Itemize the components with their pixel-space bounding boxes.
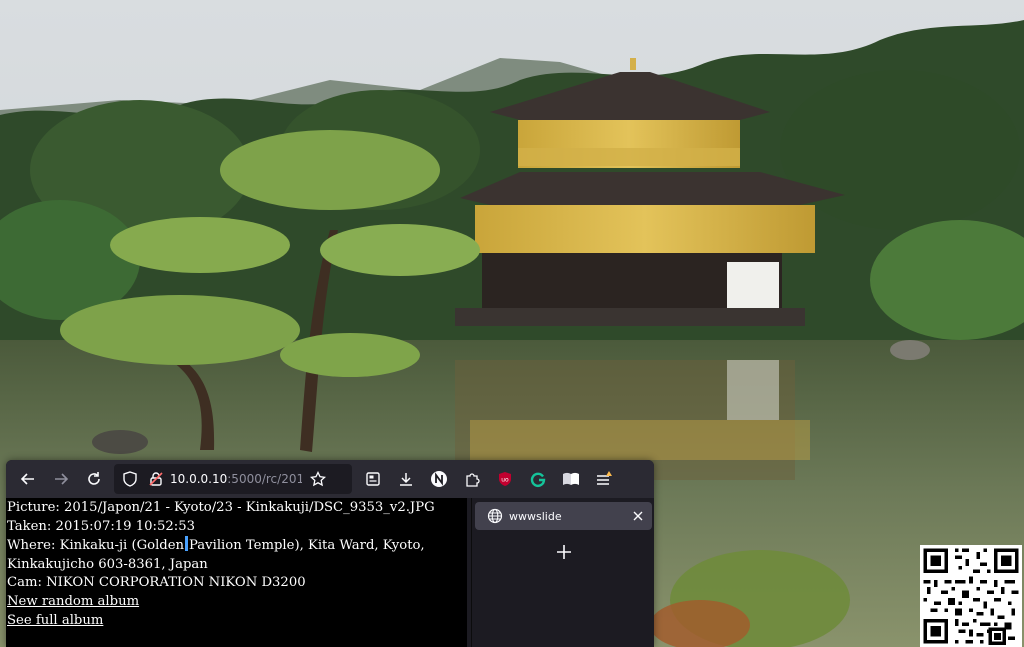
close-icon[interactable] — [630, 508, 646, 524]
forward-button[interactable] — [47, 465, 75, 493]
reload-button[interactable] — [80, 465, 108, 493]
forward-arrow-icon — [55, 473, 69, 485]
toolbar-icons: uo — [360, 466, 624, 492]
new-random-album-link[interactable]: New random album — [7, 594, 139, 609]
svg-text:uo: uo — [501, 477, 509, 484]
where-line-2: Kinkakujicho 603-8361, Japan — [7, 556, 208, 572]
bookmark-star-icon[interactable] — [310, 471, 326, 487]
reader-view-icon — [366, 472, 380, 486]
book-icon — [563, 472, 579, 485]
where-line: Where: Kinkaku-ji (Golden Pavilion Temple… — [7, 536, 467, 556]
url-host: 10.0.0.10 — [170, 472, 228, 486]
back-arrow-icon — [20, 473, 34, 485]
tracking-shield-icon[interactable] — [122, 471, 138, 487]
page-content: Picture: 2015/Japon/21 - Kyoto/23 - Kink… — [6, 498, 467, 647]
url-bar[interactable]: 10.0.0.10:5000/rc/2015%2Fj — [114, 464, 352, 494]
extensions-button[interactable] — [459, 466, 485, 492]
download-icon — [400, 473, 412, 486]
new-tab-plus-icon[interactable] — [552, 540, 576, 564]
extensions-puzzle-icon — [466, 473, 480, 487]
app-menu-button[interactable] — [591, 466, 617, 492]
navigation-toolbar: 10.0.0.10:5000/rc/2015%2Fj uo — [6, 460, 654, 498]
n-extension-button[interactable] — [426, 466, 452, 492]
where-text-a: Where: Kinkaku-ji (Golden — [7, 538, 185, 554]
where-text-b: Pavilion Temple), Kita Ward, Kyoto, — [189, 538, 425, 554]
tab-label: wwwslide — [509, 509, 562, 523]
picture-path: Picture: 2015/Japon/21 - Kyoto/23 - Kink… — [7, 500, 435, 515]
url-path: :5000/rc/2015%2Fj — [227, 472, 302, 486]
camera-model: Cam: NIKON CORPORATION NIKON D3200 — [7, 575, 306, 591]
grammarly-button[interactable] — [525, 466, 551, 492]
book-button[interactable] — [558, 466, 584, 492]
insecure-lock-icon[interactable] — [148, 471, 164, 487]
globe-icon — [487, 508, 503, 524]
tab-wwwslide[interactable]: wwwslide — [475, 502, 652, 530]
downloads-button[interactable] — [393, 466, 419, 492]
reader-view-button[interactable] — [360, 466, 386, 492]
text-caret — [185, 536, 189, 552]
ublock-button[interactable]: uo — [492, 466, 518, 492]
ublock-origin-icon: uo — [499, 472, 511, 486]
qr-code — [920, 545, 1022, 647]
grammarly-icon — [530, 472, 546, 487]
reload-icon — [88, 472, 100, 485]
n-extension-icon — [431, 471, 447, 487]
tabs-sidebar: wwwslide — [471, 498, 654, 647]
back-button[interactable] — [14, 465, 42, 493]
see-full-album-link[interactable]: See full album — [7, 613, 103, 628]
browser-window: 10.0.0.10:5000/rc/2015%2Fj uo — [6, 460, 654, 647]
menu-icon — [597, 471, 612, 485]
url-text[interactable]: 10.0.0.10:5000/rc/2015%2Fj — [170, 472, 302, 486]
taken-date: Taken: 2015:07:19 10:52:53 — [7, 518, 195, 534]
